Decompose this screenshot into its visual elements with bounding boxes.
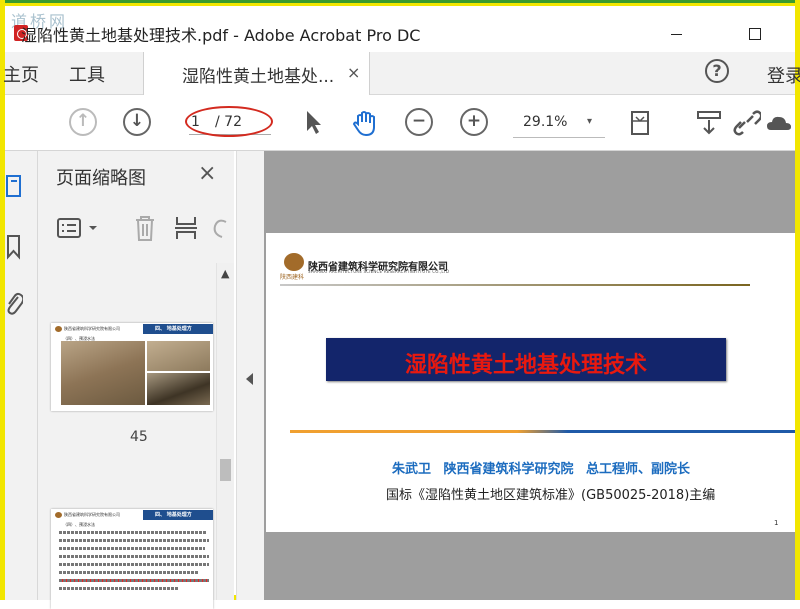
document-tab[interactable]: 湿陷性黄土地基处... ×: [143, 52, 370, 95]
scroll-up-icon[interactable]: ▲: [221, 267, 229, 280]
collapse-arrow-icon[interactable]: [246, 373, 253, 385]
panel-toolbar: [38, 206, 234, 251]
page-number: 1: [774, 519, 779, 527]
navigation-rail: [5, 151, 38, 600]
thumbnail-page-number: 45: [130, 429, 148, 445]
tools-tab[interactable]: 工具: [69, 61, 105, 87]
thumb-org: 陕西省建筑科学研究院有限公司: [64, 512, 120, 517]
author-line: 朱武卫 陕西省建筑科学研究院 总工程师、副院长: [392, 462, 691, 477]
organization-name-en: SHAANXI ARCHITECTURE SCIENCE RESEARCH IN…: [308, 269, 450, 274]
zoom-underline: [513, 137, 605, 138]
insert-page-icon[interactable]: [173, 214, 199, 242]
header-rule: [280, 284, 750, 286]
logo-subtitle: 陕西建科: [280, 274, 305, 281]
close-panel-icon[interactable]: ×: [198, 161, 216, 186]
thumb-section: （四）、预浸水法: [63, 522, 95, 527]
delete-page-icon[interactable]: [133, 214, 157, 242]
link-icon[interactable]: [733, 108, 761, 136]
document-tab-label: 湿陷性黄土地基处...: [182, 67, 335, 87]
select-cursor-icon[interactable]: [299, 108, 327, 136]
minimize-button[interactable]: [665, 23, 687, 45]
pdf-page: 陕西建科 陕西省建筑科学研究院有限公司 SHAANXI ARCHITECTURE…: [266, 233, 795, 532]
thumb-banner: 四、 地基处理方: [155, 512, 192, 518]
zoom-dropdown-icon[interactable]: ▾: [587, 116, 592, 127]
thumb-org: 陕西省建筑科学研究院有限公司: [64, 326, 120, 331]
red-highlight-oval: [185, 106, 273, 137]
zoom-level[interactable]: 29.1%: [523, 114, 567, 130]
options-menu-icon[interactable]: [56, 216, 101, 242]
panel-collapse-strip[interactable]: [236, 151, 265, 600]
page-thumbnails-icon[interactable]: [5, 173, 23, 201]
title-bar: 道桥网 湿陷性黄土地基处理技术.pdf - Adobe Acrobat Pro …: [5, 6, 795, 52]
cloud-icon[interactable]: [765, 108, 793, 136]
document-title: 湿陷性黄土地基处理技术: [404, 353, 647, 378]
rotate-page-icon[interactable]: [210, 214, 230, 242]
maximize-button[interactable]: [744, 23, 766, 45]
divider-rule: [290, 430, 795, 433]
fit-page-icon[interactable]: [627, 108, 655, 136]
zoom-out-icon[interactable]: −: [405, 108, 433, 136]
zoom-in-icon[interactable]: +: [460, 108, 488, 136]
thumbnail-list: 陕西省建筑科学研究院有限公司 四、 地基处理方 （四）、预浸水法 45 陕西省建…: [38, 263, 234, 609]
download-icon[interactable]: [695, 108, 723, 136]
hand-tool-icon[interactable]: [350, 108, 378, 136]
thumbnail-scrollbar[interactable]: ▲: [216, 263, 234, 600]
thumb-banner: 四、 地基处理方: [155, 326, 192, 332]
previous-page-icon[interactable]: ↑: [69, 108, 97, 136]
help-icon[interactable]: ?: [705, 59, 729, 83]
institute-logo: [284, 253, 304, 271]
document-viewer[interactable]: 陕西建科 陕西省建筑科学研究院有限公司 SHAANXI ARCHITECTURE…: [264, 151, 795, 600]
next-page-icon[interactable]: ↓: [123, 108, 151, 136]
home-tab[interactable]: 主页: [3, 61, 39, 87]
attachments-icon[interactable]: [5, 289, 23, 317]
thumbnail-page[interactable]: 陕西省建筑科学研究院有限公司 四、 地基处理方 （四）、预浸水法: [51, 509, 213, 609]
title-banner: 湿陷性黄土地基处理技术: [326, 338, 726, 381]
frame-right: [795, 0, 800, 600]
close-tab-icon[interactable]: ×: [347, 63, 360, 82]
menu-bar: 主页 工具 湿陷性黄土地基处... × ? 登录: [3, 52, 800, 95]
thumbnail-page[interactable]: 陕西省建筑科学研究院有限公司 四、 地基处理方 （四）、预浸水法: [51, 323, 213, 411]
frame-green-stripe: [0, 0, 800, 3]
window-title: 湿陷性黄土地基处理技术.pdf - Adobe Acrobat Pro DC: [21, 26, 421, 45]
sign-in-button[interactable]: 登录: [767, 62, 800, 88]
panel-title: 页面缩略图: [56, 168, 146, 189]
bookmarks-icon[interactable]: [5, 233, 23, 261]
standard-line: 国标《湿陷性黄土地区建筑标准》(GB50025-2018)主编: [386, 488, 716, 503]
toolbar: ↑ ↓ / 72 − + 29.1% ▾: [5, 95, 795, 151]
page-thumbnails-panel: 页面缩略图 × 陕西省建筑科学研究院有限公司 四、 地基处理方 （四）、预浸水法: [38, 151, 234, 609]
scrollbar-thumb[interactable]: [220, 459, 231, 481]
